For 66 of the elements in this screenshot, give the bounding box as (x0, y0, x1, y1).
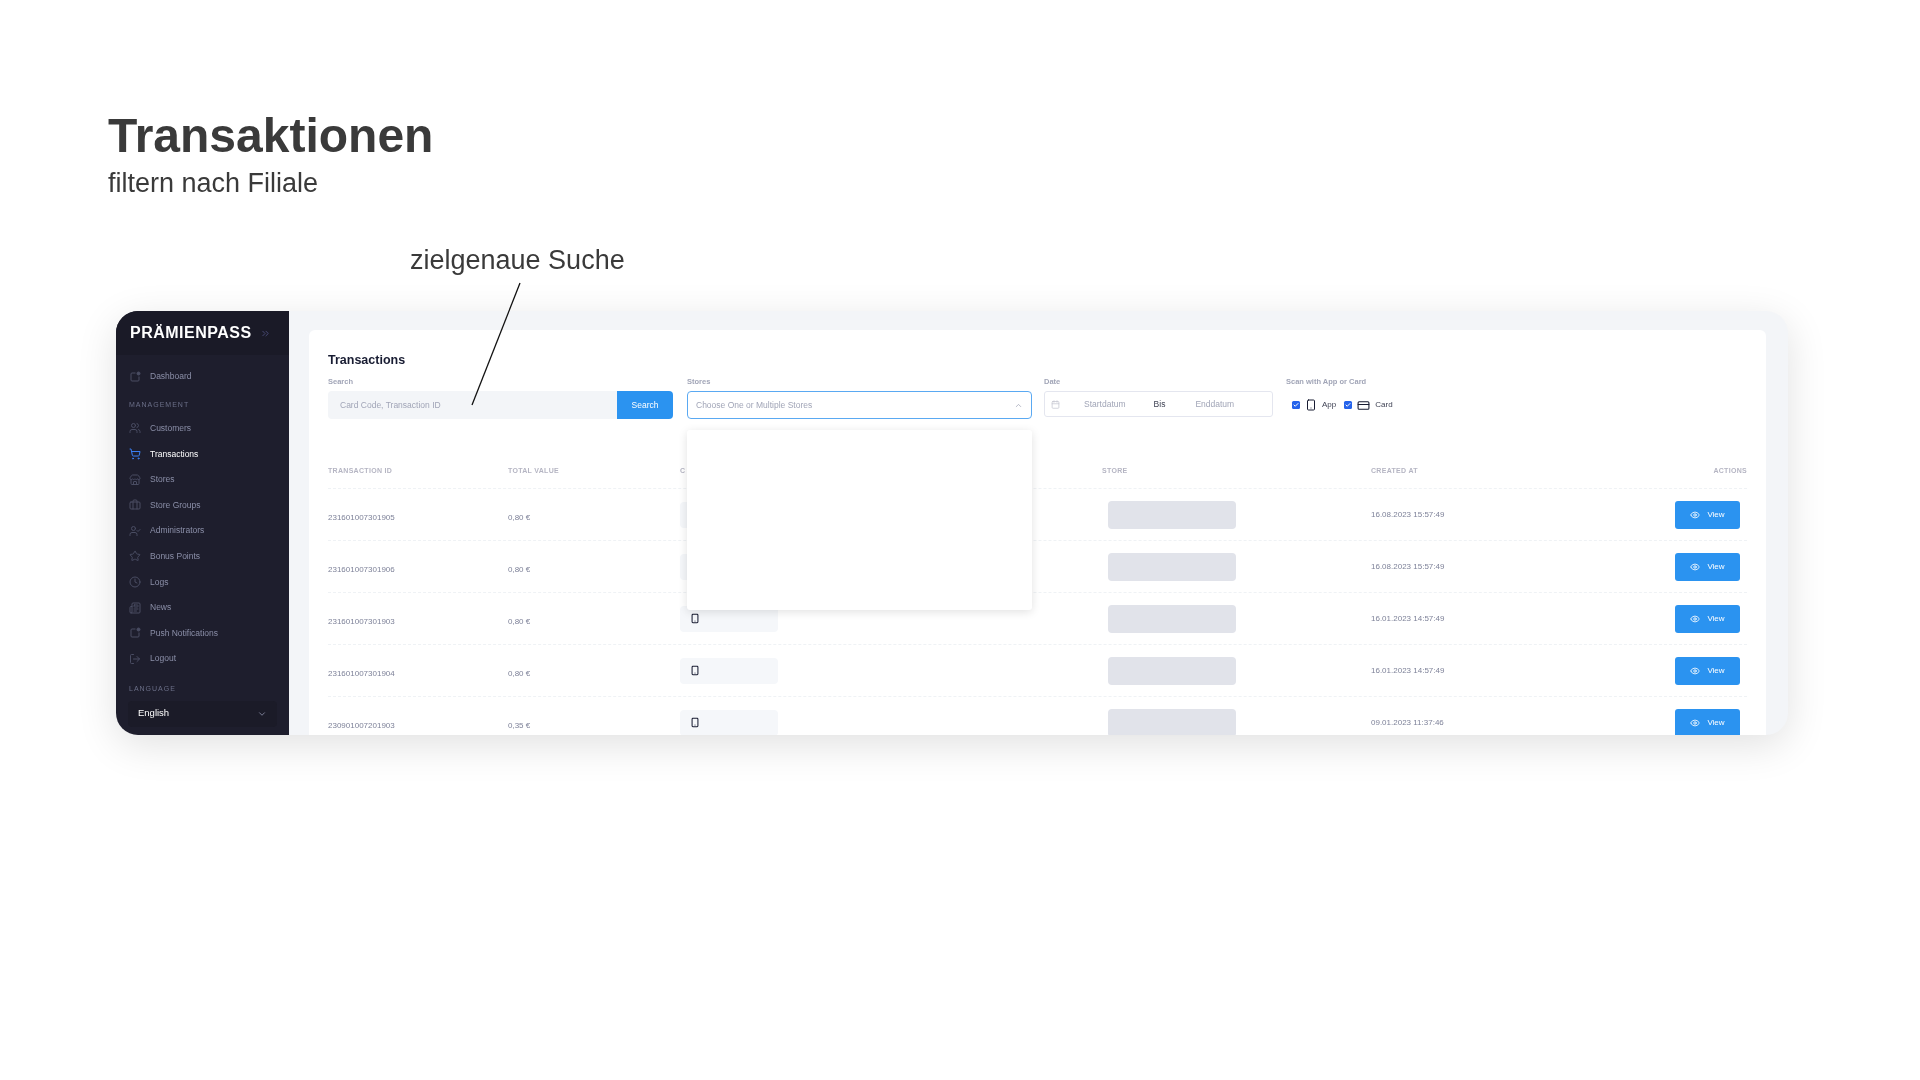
sidebar-item[interactable]: Administrators (116, 517, 289, 544)
checkbox[interactable] (1344, 401, 1353, 409)
transaction-id: 231601007301906 (328, 564, 395, 574)
option-label: App (1322, 399, 1337, 411)
total-value: 0,35 € (508, 720, 531, 730)
user-check-icon (129, 524, 141, 537)
view-button[interactable]: View (1675, 604, 1740, 633)
total-value: 0,80 € (508, 512, 531, 522)
calendar-icon (1051, 399, 1060, 409)
created-at: 16.01.2023 14:57:49 (1371, 612, 1445, 625)
sidebar-item[interactable]: Bonus Points (116, 543, 289, 570)
clock-icon (129, 575, 141, 588)
newspaper-icon (129, 601, 141, 614)
notification-icon (129, 627, 141, 640)
transaction-id: 231601007301905 (328, 512, 395, 522)
annotation-text: zielgenaue Suche (410, 244, 625, 277)
date-range-field[interactable]: Startdatum Bis Enddatum (1044, 391, 1273, 417)
transaction-id: 231601007301904 (328, 668, 395, 678)
transaction-id: 230901007201903 (328, 720, 395, 730)
transaction-id: 231601007301903 (328, 616, 395, 626)
created-at: 16.01.2023 14:57:49 (1371, 664, 1445, 677)
eye-icon (1690, 665, 1701, 676)
view-button[interactable]: View (1675, 708, 1740, 735)
sidebar-item[interactable]: Transactions (116, 441, 289, 467)
smartphone-icon (690, 612, 700, 625)
checkbox[interactable] (1292, 401, 1300, 409)
language-select[interactable]: English (128, 700, 277, 727)
total-value: 0,80 € (508, 616, 531, 626)
created-at: 16.08.2023 15:57:49 (1371, 560, 1445, 573)
sidebar-item[interactable]: News (116, 594, 289, 621)
sidebar-item[interactable]: Customers (116, 415, 289, 442)
slide-subtitle: filtern nach Filiale (108, 167, 319, 200)
slide-title: Transaktionen (108, 108, 434, 164)
users-icon (129, 422, 141, 435)
total-value: 0,80 € (508, 668, 531, 678)
star-icon (129, 550, 141, 563)
created-at: 09.01.2023 11:37:46 (1371, 716, 1444, 729)
shopping-cart-icon (129, 448, 141, 460)
eye-icon (1690, 561, 1701, 572)
search-button[interactable]: Search (617, 391, 673, 419)
view-button[interactable]: View (1675, 500, 1740, 529)
smartphone-icon (690, 716, 700, 729)
search-field[interactable]: Card Code, Transaction ID (328, 391, 617, 419)
eye-icon (1690, 717, 1701, 728)
logout-icon (129, 652, 141, 665)
app-logo: PRÄMIENPASS (130, 323, 252, 343)
option-label: Card (1375, 399, 1393, 411)
smartphone-icon (690, 664, 700, 677)
page-title: Transactions (328, 352, 406, 368)
sidebar-item[interactable]: Logs (116, 569, 289, 595)
sidebar-item[interactable]: Store Groups (116, 492, 289, 518)
briefcase-icon (129, 499, 141, 512)
sidebar-item[interactable]: Dashboard (116, 364, 289, 390)
sidebar-item[interactable]: Logout (116, 645, 289, 672)
credit-card-icon (1357, 398, 1371, 412)
sidebar-item[interactable]: Stores (116, 466, 289, 493)
storefront-icon (129, 473, 141, 486)
sidebar-item[interactable]: Push Notifications (116, 620, 289, 646)
eye-icon (1690, 613, 1701, 624)
created-at: 16.08.2023 15:57:49 (1371, 508, 1445, 521)
view-button[interactable]: View (1675, 656, 1740, 685)
total-value: 0,80 € (508, 564, 531, 574)
view-button[interactable]: View (1675, 552, 1740, 581)
dashboard-icon (129, 370, 141, 383)
eye-icon (1690, 509, 1701, 520)
smartphone-icon (1305, 398, 1317, 412)
